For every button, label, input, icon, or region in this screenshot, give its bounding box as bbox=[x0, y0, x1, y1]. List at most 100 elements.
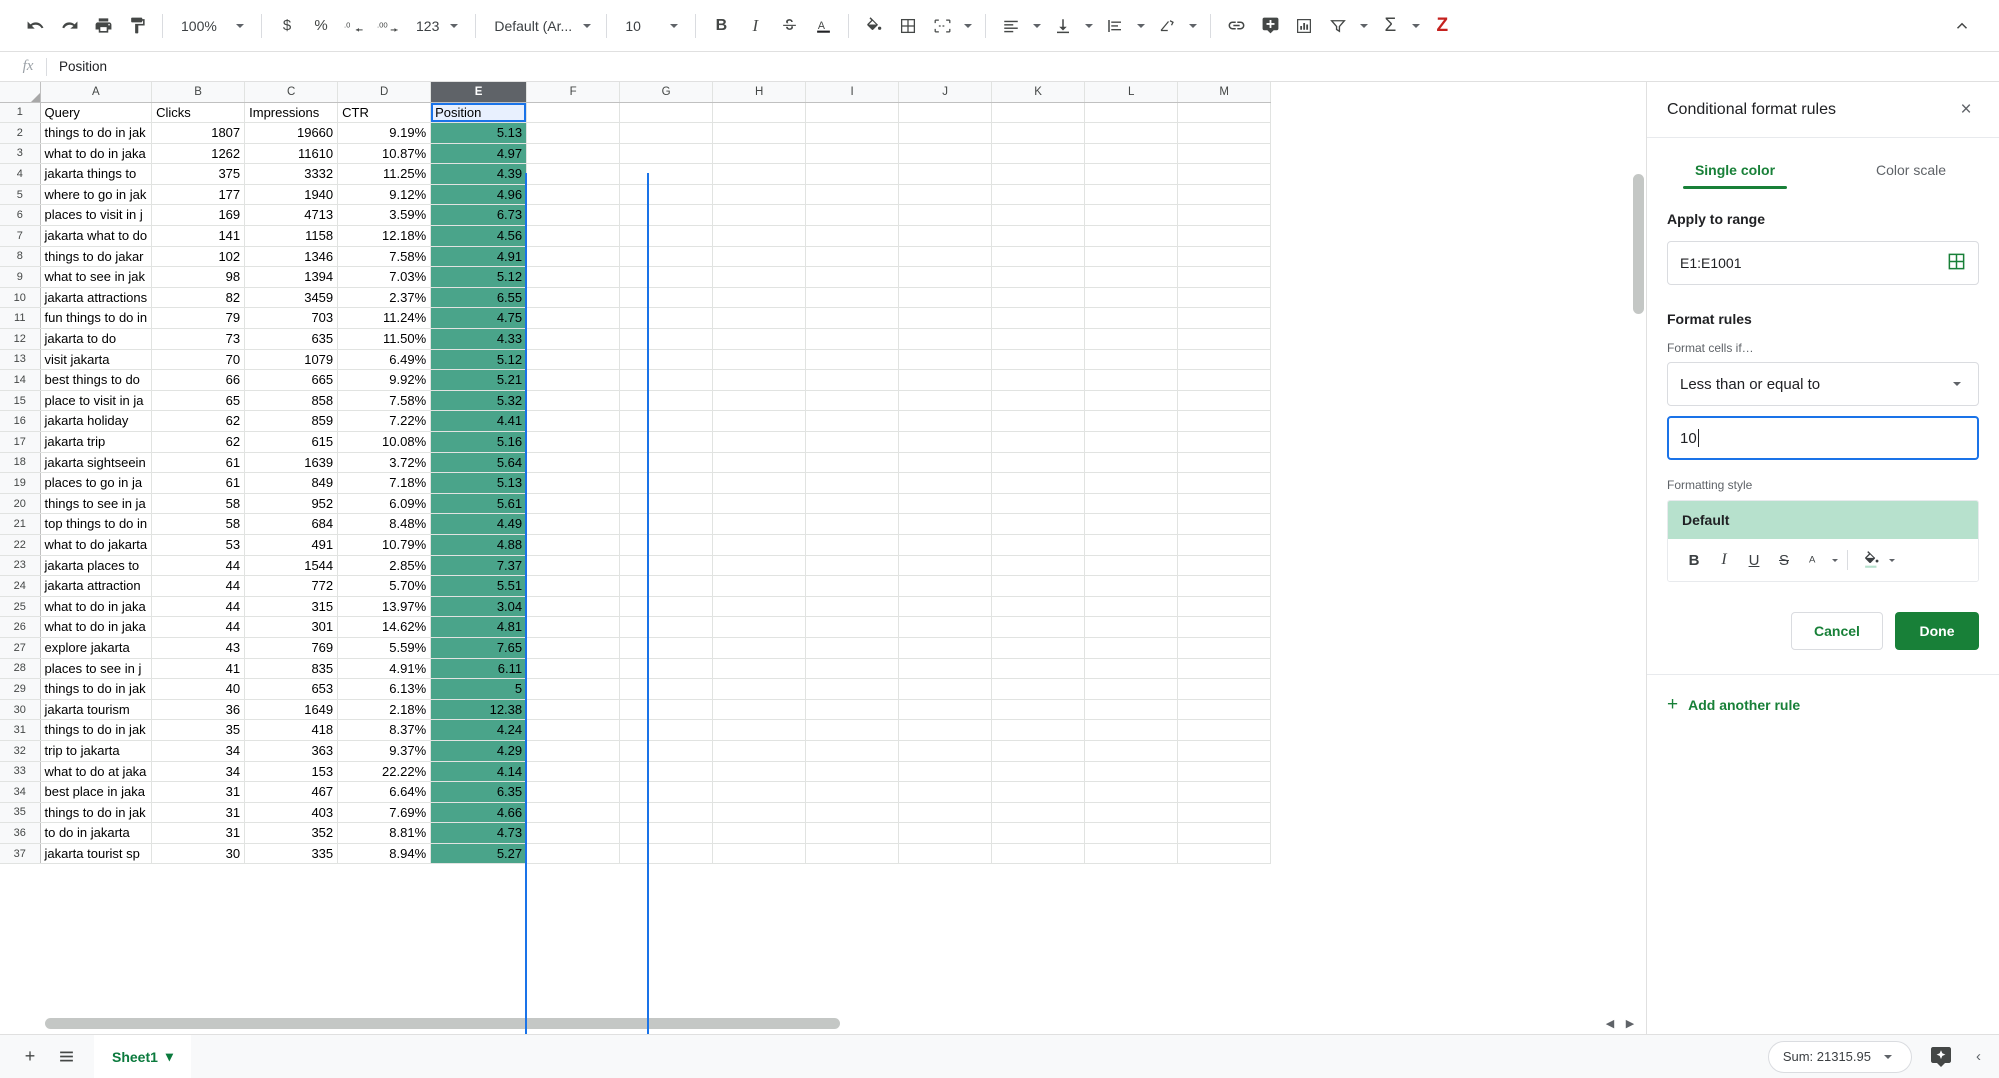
cell-g35[interactable] bbox=[619, 802, 714, 824]
cell-b9[interactable]: 98 bbox=[151, 266, 246, 288]
cell-j36[interactable] bbox=[898, 822, 993, 844]
cell-h9[interactable] bbox=[712, 266, 807, 288]
cell-f15[interactable] bbox=[526, 390, 621, 412]
cell-d30[interactable]: 2.18% bbox=[337, 699, 432, 721]
cell-l23[interactable] bbox=[1084, 555, 1179, 577]
cell-k13[interactable] bbox=[991, 349, 1086, 371]
row-header[interactable]: 13 bbox=[0, 349, 41, 371]
cell-i16[interactable] bbox=[805, 410, 900, 432]
column-header-g[interactable]: G bbox=[619, 82, 714, 103]
borders-icon[interactable] bbox=[891, 9, 925, 43]
cell-l25[interactable] bbox=[1084, 596, 1179, 618]
cell-a3[interactable]: what to do in jaka bbox=[40, 143, 153, 165]
cell-e26[interactable]: 4.81 bbox=[430, 616, 528, 638]
cell-d12[interactable]: 11.50% bbox=[337, 328, 432, 350]
cell-l7[interactable] bbox=[1084, 225, 1179, 247]
cell-h34[interactable] bbox=[712, 781, 807, 803]
cell-j9[interactable] bbox=[898, 266, 993, 288]
cell-j25[interactable] bbox=[898, 596, 993, 618]
cell-h1[interactable] bbox=[712, 102, 807, 124]
text-wrap-icon[interactable] bbox=[1098, 9, 1132, 43]
cell-h8[interactable] bbox=[712, 246, 807, 268]
cell-j11[interactable] bbox=[898, 307, 993, 330]
cell-j26[interactable] bbox=[898, 616, 993, 638]
row-header[interactable]: 37 bbox=[0, 843, 41, 865]
cell-f12[interactable] bbox=[526, 328, 621, 350]
cell-d6[interactable]: 3.59% bbox=[337, 204, 432, 227]
cell-h19[interactable] bbox=[712, 472, 807, 494]
row-header[interactable]: 15 bbox=[0, 390, 41, 412]
cell-b1[interactable]: Clicks bbox=[151, 102, 246, 124]
row-header[interactable]: 25 bbox=[0, 596, 41, 618]
cell-f27[interactable] bbox=[526, 637, 621, 659]
cell-i35[interactable] bbox=[805, 802, 900, 824]
cell-b32[interactable]: 34 bbox=[151, 740, 246, 762]
cell-l4[interactable] bbox=[1084, 163, 1179, 185]
cell-l10[interactable] bbox=[1084, 287, 1179, 309]
cell-b6[interactable]: 169 bbox=[151, 204, 246, 227]
add-sheet-icon[interactable]: + bbox=[12, 1039, 48, 1075]
cell-a2[interactable]: things to do in jak bbox=[40, 122, 153, 144]
cell-e30[interactable]: 12.38 bbox=[430, 699, 528, 721]
cell-i5[interactable] bbox=[805, 184, 900, 206]
cell-g29[interactable] bbox=[619, 678, 714, 700]
insert-chart-icon[interactable] bbox=[1287, 9, 1321, 43]
cell-e15[interactable]: 5.32 bbox=[430, 390, 528, 412]
cell-k12[interactable] bbox=[991, 328, 1086, 350]
row-header[interactable]: 1 bbox=[0, 102, 41, 124]
vertical-align-icon[interactable] bbox=[1046, 9, 1080, 43]
cell-a10[interactable]: jakarta attractions bbox=[40, 287, 153, 309]
cell-a25[interactable]: what to do in jaka bbox=[40, 596, 153, 618]
insert-comment-icon[interactable] bbox=[1253, 9, 1287, 43]
row-header[interactable]: 4 bbox=[0, 163, 41, 185]
cell-j3[interactable] bbox=[898, 143, 993, 165]
close-icon[interactable]: × bbox=[1953, 97, 1979, 123]
cell-f17[interactable] bbox=[526, 431, 621, 453]
cell-f24[interactable] bbox=[526, 575, 621, 597]
cell-j15[interactable] bbox=[898, 390, 993, 412]
cell-f29[interactable] bbox=[526, 678, 621, 700]
horizontal-scrollbar[interactable] bbox=[45, 1018, 1586, 1029]
cell-m21[interactable] bbox=[1177, 513, 1272, 535]
cell-l17[interactable] bbox=[1084, 431, 1179, 453]
cell-b8[interactable]: 102 bbox=[151, 246, 246, 268]
row-header[interactable]: 21 bbox=[0, 513, 41, 535]
cell-a37[interactable]: jakarta tourist sp bbox=[40, 843, 153, 865]
cell-g22[interactable] bbox=[619, 534, 714, 556]
cell-l3[interactable] bbox=[1084, 143, 1179, 165]
cell-i33[interactable] bbox=[805, 761, 900, 783]
cell-i22[interactable] bbox=[805, 534, 900, 556]
cell-b14[interactable]: 66 bbox=[151, 369, 246, 391]
cell-a27[interactable]: explore jakarta bbox=[40, 637, 153, 659]
cell-f3[interactable] bbox=[526, 143, 621, 165]
cell-m37[interactable] bbox=[1177, 843, 1272, 865]
cell-c17[interactable]: 615 bbox=[244, 431, 339, 453]
cell-d11[interactable]: 11.24% bbox=[337, 307, 432, 330]
cell-c24[interactable]: 772 bbox=[244, 575, 339, 597]
cell-l36[interactable] bbox=[1084, 822, 1179, 844]
cell-b7[interactable]: 141 bbox=[151, 225, 246, 247]
cell-a34[interactable]: best place in jaka bbox=[40, 781, 153, 803]
cell-e18[interactable]: 5.64 bbox=[430, 452, 528, 474]
cell-h29[interactable] bbox=[712, 678, 807, 700]
row-header[interactable]: 22 bbox=[0, 534, 41, 556]
cell-l11[interactable] bbox=[1084, 307, 1179, 330]
row-header[interactable]: 11 bbox=[0, 307, 41, 330]
cell-a1[interactable]: Query bbox=[40, 102, 153, 124]
cell-a20[interactable]: things to see in ja bbox=[40, 493, 153, 515]
cell-d5[interactable]: 9.12% bbox=[337, 184, 432, 206]
cell-a21[interactable]: top things to do in bbox=[40, 513, 153, 535]
cell-i21[interactable] bbox=[805, 513, 900, 535]
cell-j1[interactable] bbox=[898, 102, 993, 124]
cell-h13[interactable] bbox=[712, 349, 807, 371]
cell-l21[interactable] bbox=[1084, 513, 1179, 535]
cell-f1[interactable] bbox=[526, 102, 621, 124]
text-rotation-dropdown[interactable] bbox=[1184, 9, 1202, 43]
cell-f26[interactable] bbox=[526, 616, 621, 638]
cell-f5[interactable] bbox=[526, 184, 621, 206]
cell-i24[interactable] bbox=[805, 575, 900, 597]
cell-m9[interactable] bbox=[1177, 266, 1272, 288]
cell-i6[interactable] bbox=[805, 204, 900, 227]
cell-j8[interactable] bbox=[898, 246, 993, 268]
cell-d13[interactable]: 6.49% bbox=[337, 349, 432, 371]
